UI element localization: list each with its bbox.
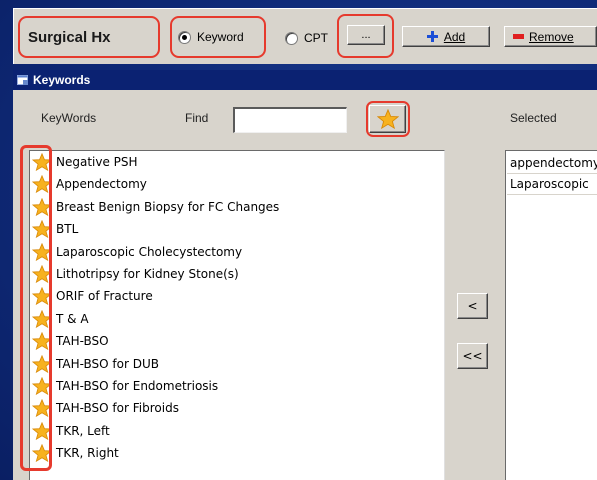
keyword-radio[interactable]: Keyword: [170, 16, 266, 58]
keyword-list-item[interactable]: T & A: [30, 308, 445, 330]
add-button[interactable]: Add: [402, 26, 490, 47]
keyword-list-item[interactable]: TKR, Right: [30, 442, 445, 464]
ellipsis-label: ...: [361, 29, 371, 41]
favorite-star-button[interactable]: [369, 105, 406, 133]
keyword-list-item[interactable]: BTL: [30, 218, 445, 240]
remove-button[interactable]: Remove: [504, 26, 597, 47]
keyword-list-item[interactable]: Laparoscopic Cholecystectomy: [30, 241, 445, 263]
keywords-label: KeyWords: [41, 111, 97, 125]
keyword-label: Appendectomy: [56, 177, 147, 192]
radio-selected-icon: [178, 30, 191, 44]
minus-icon: [513, 34, 524, 39]
selected-list: [505, 150, 597, 480]
keyword-list-item[interactable]: Negative PSH: [30, 151, 445, 173]
move-left-label: <: [467, 299, 478, 313]
keyword-label: TKR, Left: [56, 423, 110, 438]
keyword-label: TAH-BSO: [56, 334, 109, 349]
star-column-highlight: [20, 145, 52, 471]
cpt-radio-label: CPT: [304, 31, 328, 45]
keyword-radio-label: Keyword: [197, 30, 244, 44]
remove-label: Remove: [529, 29, 574, 44]
keyword-label: T & A: [56, 311, 89, 326]
star-icon: [376, 109, 399, 129]
keyword-list-item[interactable]: Appendectomy: [30, 173, 445, 195]
selected-list-item[interactable]: Laparoscopic: [507, 174, 597, 195]
keywords-panel-header: Keywords: [13, 70, 597, 90]
selected-label: Selected: [510, 111, 557, 125]
keyword-label: Breast Benign Biopsy for FC Changes: [56, 199, 280, 214]
plus-icon: [426, 31, 438, 42]
page-title: Surgical Hx: [18, 16, 160, 58]
window-icon: [17, 74, 28, 85]
keyword-label: TAH-BSO for Fibroids: [56, 401, 179, 416]
keyword-list-item[interactable]: ORIF of Fracture: [30, 285, 445, 307]
move-all-left-label: <<: [462, 349, 483, 363]
keyword-label: BTL: [56, 222, 79, 237]
keyword-label: Negative PSH: [56, 155, 138, 169]
keyword-list-item[interactable]: TAH-BSO for Fibroids: [30, 397, 445, 419]
keyword-list-item[interactable]: TAH-BSO for DUB: [30, 353, 445, 375]
find-input[interactable]: [233, 107, 347, 133]
keyword-list-item[interactable]: Lithotripsy for Kidney Stone(s): [30, 263, 445, 285]
title-text: Surgical Hx: [28, 28, 111, 46]
add-label: Add: [443, 29, 466, 44]
move-left-button[interactable]: <: [457, 293, 488, 319]
keyword-label: Lithotripsy for Kidney Stone(s): [56, 267, 239, 281]
keyword-list-item[interactable]: TAH-BSO: [30, 330, 445, 352]
keyword-label: TKR, Right: [56, 446, 119, 461]
keyword-label: TAH-BSO for Endometriosis: [56, 379, 219, 393]
move-all-left-button[interactable]: <<: [457, 343, 488, 369]
cpt-radio[interactable]: CPT: [285, 28, 345, 48]
keyword-label: TAH-BSO for DUB: [56, 356, 160, 371]
keyword-list-item[interactable]: TKR, Left: [30, 420, 445, 442]
selected-list-item[interactable]: appendectomy: [507, 153, 597, 174]
radio-unselected-icon: [285, 31, 298, 45]
find-label: Find: [185, 111, 209, 125]
keyword-list-item[interactable]: TAH-BSO for Endometriosis: [30, 375, 445, 397]
keyword-label: ORIF of Fracture: [56, 289, 153, 304]
keyword-label: Laparoscopic Cholecystectomy: [56, 244, 243, 259]
panel-title: Keywords: [33, 73, 91, 87]
keyword-list-item[interactable]: Breast Benign Biopsy for FC Changes: [30, 196, 445, 218]
ellipsis-button[interactable]: ...: [347, 25, 385, 45]
